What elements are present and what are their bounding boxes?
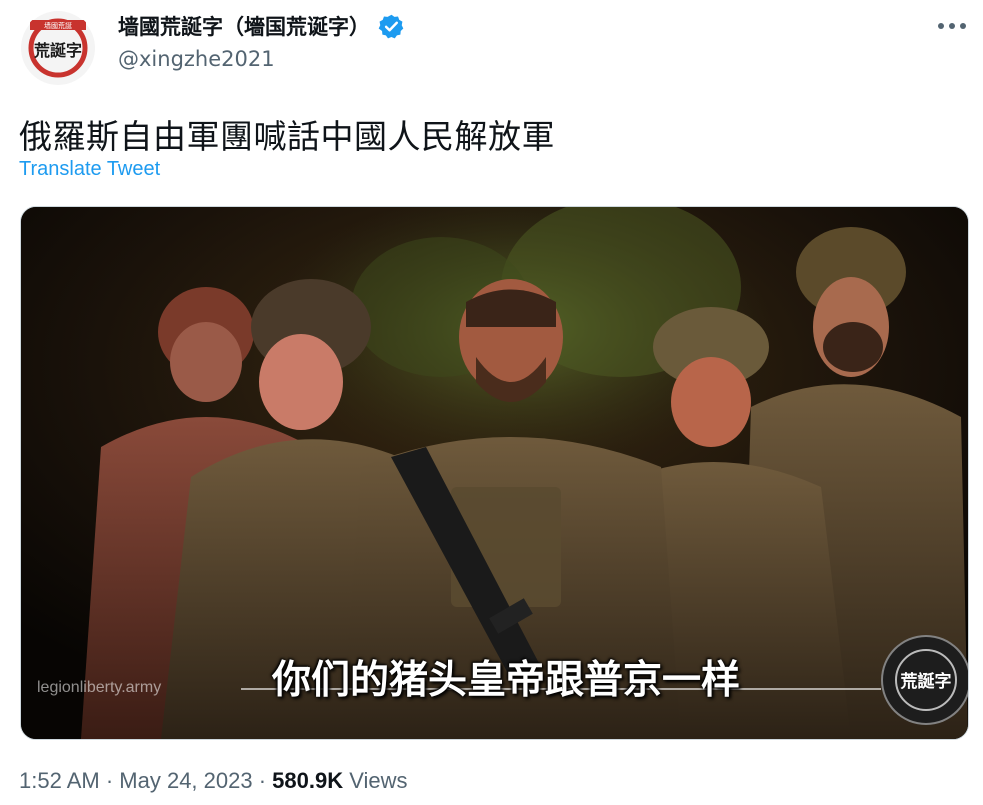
translate-tweet-link[interactable]: Translate Tweet (19, 158, 160, 181)
author-display-name[interactable]: 墙國荒誕字（墻国荒诞字） (118, 11, 370, 41)
tweet-meta: 1:52 AM · May 24, 2023 · 580.9K Views (19, 768, 408, 794)
views-count: 580.9K (272, 768, 344, 793)
channel-logo: 荒誕字 (881, 635, 968, 725)
tweet-time[interactable]: 1:52 AM (19, 768, 100, 793)
video-watermark: legionliberty.army (37, 679, 162, 696)
channel-logo-text: 荒誕字 (900, 671, 952, 692)
tweet-text: 俄羅斯自由軍團喊話中國人民解放軍 (19, 117, 555, 156)
meta-separator: · (99, 768, 120, 793)
avatar-small-text: 墙國荒誕 (44, 21, 72, 30)
tweet-media-video[interactable]: legionliberty.army 你们的猪头皇帝跟普京一样 荒誕字 (20, 206, 969, 740)
verified-badge-icon (378, 13, 405, 40)
more-options-icon[interactable] (932, 12, 972, 40)
author-handle[interactable]: @xingzhe2021 (118, 47, 275, 71)
video-subtitle: 你们的猪头皇帝跟普京一样 (271, 658, 740, 703)
meta-separator: · (252, 768, 273, 793)
views-label: Views (343, 768, 408, 793)
author-name-row: 墙國荒誕字（墻国荒诞字） (118, 8, 405, 44)
avatar[interactable]: 墙國荒誕 荒誕字 (20, 10, 96, 86)
avatar-text: 荒誕字 (33, 41, 82, 60)
tweet-date[interactable]: May 24, 2023 (119, 768, 252, 793)
